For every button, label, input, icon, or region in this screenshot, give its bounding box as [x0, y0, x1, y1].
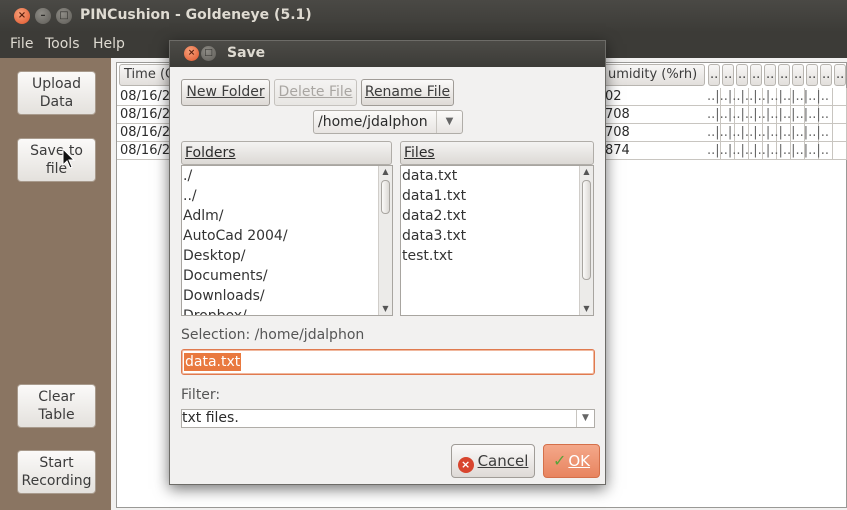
column-header-extra[interactable]: ..	[820, 64, 832, 86]
folder-item[interactable]: AutoCad 2004/	[182, 226, 392, 246]
scroll-down-icon[interactable]: ▼	[580, 303, 593, 315]
scroll-thumb[interactable]	[381, 180, 390, 214]
folder-item[interactable]: Downloads/	[182, 286, 392, 306]
menu-tools[interactable]: Tools	[45, 36, 80, 52]
cell-humidity: 874	[605, 143, 630, 158]
file-item[interactable]: data3.txt	[401, 226, 593, 246]
files-header[interactable]: Files	[400, 141, 594, 165]
directory-combo[interactable]: /home/jdalphon ▼	[313, 110, 463, 134]
file-item[interactable]: test.txt	[401, 246, 593, 266]
window-minimize-icon[interactable]: –	[35, 8, 51, 24]
folders-header[interactable]: Folders	[181, 141, 392, 165]
ok-label: OK	[568, 452, 591, 470]
scroll-up-icon[interactable]: ▲	[580, 166, 593, 178]
directory-path: /home/jdalphon	[318, 114, 428, 130]
scroll-up-icon[interactable]: ▲	[379, 166, 392, 178]
cell-extra: ..|..|..|..|..|..|..|..|..|..	[707, 124, 847, 142]
column-header-extra[interactable]: ..	[736, 64, 748, 86]
clear-table-button[interactable]: Clear Table	[17, 384, 96, 428]
file-item[interactable]: data2.txt	[401, 206, 593, 226]
window-close-icon[interactable]: ×	[14, 8, 30, 24]
chevron-down-icon: ▼	[576, 410, 594, 427]
folder-item[interactable]: Adlm/	[182, 206, 392, 226]
scroll-down-icon[interactable]: ▼	[379, 303, 392, 315]
cell-extra: ..|..|..|..|..|..|..|..|..|..	[707, 142, 847, 160]
column-header-extra[interactable]: ..	[806, 64, 818, 86]
save-to-file-button[interactable]: Save to file	[17, 138, 96, 182]
folders-header-label: Folders	[185, 145, 236, 161]
start-recording-button[interactable]: Start Recording	[17, 450, 96, 494]
folder-item[interactable]: ./	[182, 166, 392, 186]
window-titlebar: × – □ PINCushion - Goldeneye (5.1)	[0, 0, 847, 32]
dialog-titlebar[interactable]: × □ Save	[170, 41, 605, 67]
file-item[interactable]: data1.txt	[401, 186, 593, 206]
filename-value: data.txt	[184, 353, 242, 371]
cell-humidity: 02	[605, 89, 622, 104]
files-header-label: Files	[404, 145, 435, 161]
cell-time: 08/16/2	[120, 125, 171, 140]
folders-list[interactable]: ./ ../ Adlm/ AutoCad 2004/ Desktop/ Docu…	[181, 165, 393, 316]
dialog-close-icon[interactable]: ×	[184, 46, 199, 61]
rename-file-button[interactable]: Rename File	[361, 79, 454, 106]
cell-humidity: 708	[605, 107, 630, 122]
cell-time: 08/16/2	[120, 107, 171, 122]
folder-item[interactable]: Documents/	[182, 266, 392, 286]
cancel-icon: ×	[457, 457, 474, 473]
dialog-maximize-icon[interactable]: □	[201, 46, 216, 61]
filter-select[interactable]: txt files. ▼	[181, 409, 595, 428]
filename-input[interactable]: data.txt	[181, 349, 595, 375]
column-header-extra[interactable]: ..	[708, 64, 720, 86]
files-scrollbar[interactable]: ▲ ▼	[579, 166, 593, 315]
cell-time: 08/16/2	[120, 89, 171, 104]
cancel-label: Cancel	[477, 452, 529, 470]
folder-item[interactable]: Dropbox/	[182, 306, 392, 315]
column-header-extra[interactable]: ..	[764, 64, 776, 86]
chevron-down-icon: ▼	[436, 111, 462, 133]
folder-item[interactable]: ../	[182, 186, 392, 206]
scroll-thumb[interactable]	[582, 180, 591, 280]
column-header-extra[interactable]: ..	[750, 64, 762, 86]
upload-data-button[interactable]: Upload Data	[17, 71, 96, 115]
filter-value: txt files.	[182, 410, 239, 426]
ok-button[interactable]: ✓ OK	[543, 444, 600, 478]
column-header-extra[interactable]: ..	[834, 64, 846, 86]
file-item[interactable]: data.txt	[401, 166, 593, 186]
cell-extra: ..|..|..|..|..|..|..|..|..|..	[707, 106, 847, 124]
cell-humidity: 708	[605, 125, 630, 140]
window-title: PINCushion - Goldeneye (5.1)	[80, 7, 312, 23]
cell-time: 08/16/2	[120, 143, 171, 158]
cell-extra: ..|..|..|..|..|..|..|..|..|..	[707, 88, 847, 106]
menu-help[interactable]: Help	[93, 36, 125, 52]
folders-scrollbar[interactable]: ▲ ▼	[378, 166, 392, 315]
dialog-title: Save	[227, 45, 266, 61]
column-header-extra[interactable]: ..	[792, 64, 804, 86]
menu-file[interactable]: File	[10, 36, 33, 52]
checkmark-icon: ✓	[552, 451, 567, 470]
column-header-extra[interactable]: ..	[722, 64, 734, 86]
filter-label: Filter:	[181, 387, 221, 403]
cancel-button[interactable]: × Cancel	[451, 444, 535, 478]
delete-file-button[interactable]: Delete File	[274, 79, 357, 106]
new-folder-button[interactable]: New Folder	[181, 79, 270, 106]
selection-label: Selection: /home/jdalphon	[181, 327, 365, 343]
folder-item[interactable]: Desktop/	[182, 246, 392, 266]
window-maximize-icon[interactable]: □	[56, 8, 72, 24]
mouse-pointer-icon	[62, 148, 76, 169]
left-panel: Upload Data Save to file Clear Table Sta…	[0, 58, 111, 510]
files-list[interactable]: data.txt data1.txt data2.txt data3.txt t…	[400, 165, 594, 316]
column-header-extra[interactable]: ..	[778, 64, 790, 86]
save-dialog: × □ Save New Folder Delete File Rename F…	[169, 40, 606, 485]
column-header-humidity[interactable]: umidity (%rh)	[603, 64, 705, 86]
